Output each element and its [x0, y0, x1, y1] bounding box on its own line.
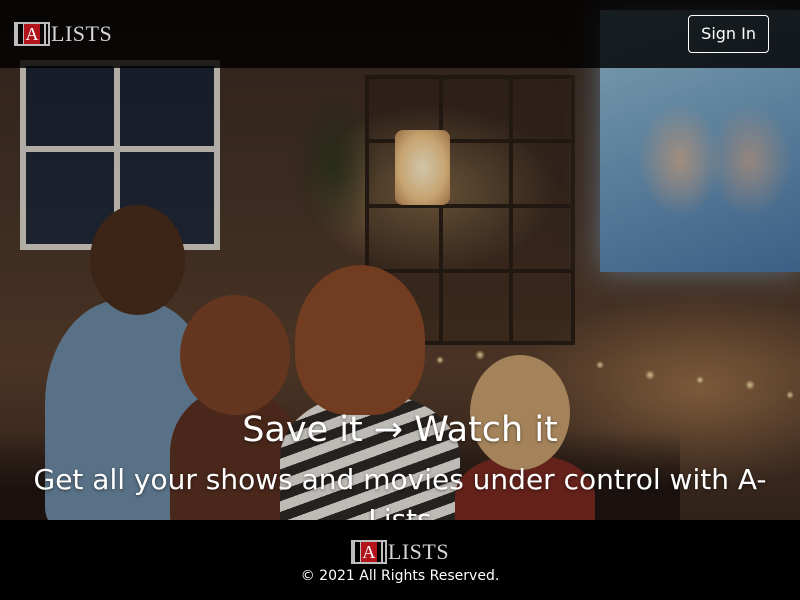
logo-mark-letter: A: [24, 24, 40, 44]
hero-title: Save it → Watch it: [242, 410, 558, 450]
footer-logo[interactable]: A LISTS: [350, 537, 450, 567]
landing-page: A LISTS Sign In Save it → Watch it Get a…: [0, 0, 800, 600]
logo-film-icon: A: [350, 540, 387, 564]
logo-film-icon: A: [14, 22, 50, 46]
navbar: A LISTS Sign In: [0, 0, 800, 68]
footer: A LISTS © 2021 All Rights Reserved.: [0, 520, 800, 600]
copyright-text: © 2021 All Rights Reserved.: [300, 568, 500, 584]
sign-in-button[interactable]: Sign In: [688, 15, 769, 53]
logo-mark-letter: A: [360, 542, 377, 562]
logo-text: LISTS: [387, 539, 450, 564]
logo-text: LISTS: [51, 21, 113, 46]
header-logo[interactable]: A LISTS: [14, 19, 112, 49]
hero-text-block: Save it → Watch it Get all your shows an…: [0, 400, 800, 540]
